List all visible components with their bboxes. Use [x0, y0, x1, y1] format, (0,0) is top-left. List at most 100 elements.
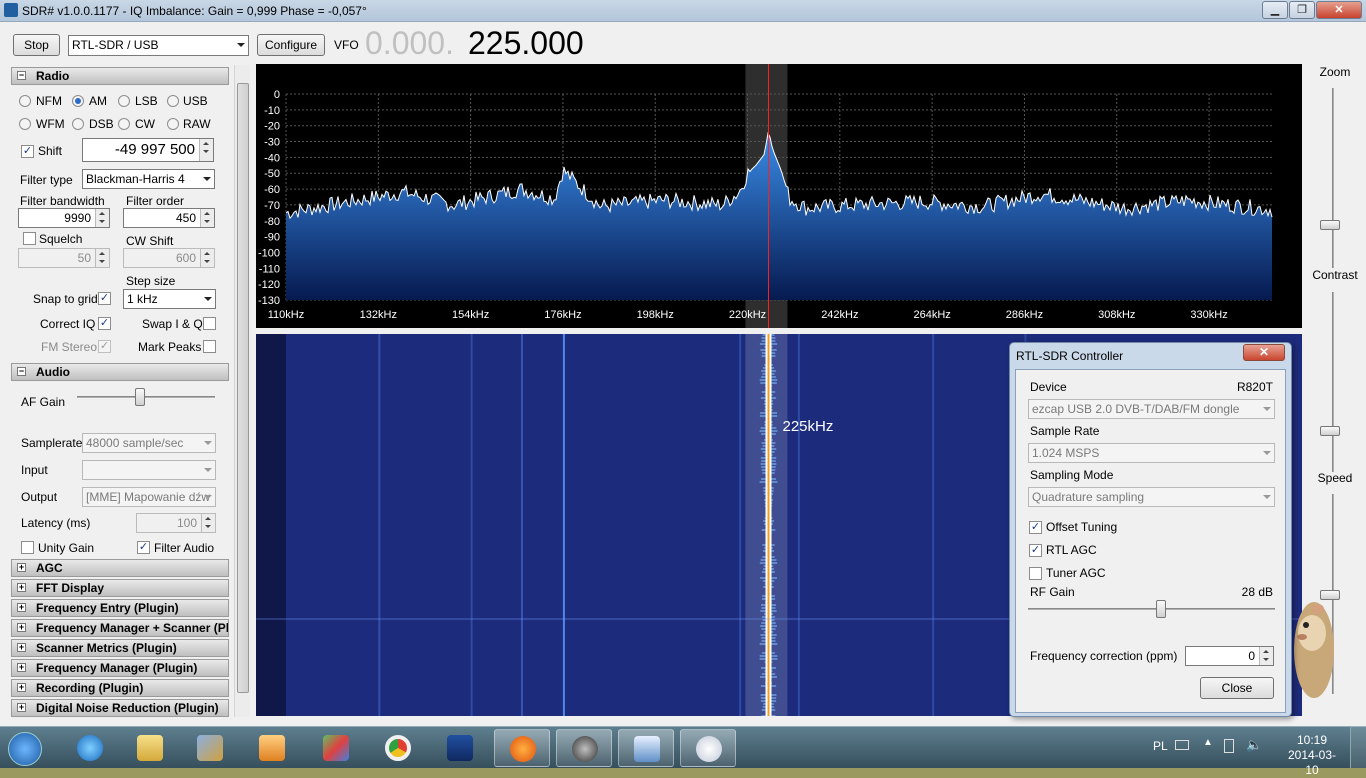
contrast-thumb[interactable]	[1320, 426, 1340, 436]
x-tick-label: 264kHz	[913, 309, 950, 321]
audio-section-header[interactable]: − Audio	[11, 363, 229, 381]
mode-radio-lsb[interactable]	[118, 95, 130, 107]
swap-iq-checkbox[interactable]	[203, 317, 216, 330]
close-window-button[interactable]: ✕	[1316, 1, 1362, 19]
shift-checkbox[interactable]: ✓	[21, 145, 34, 158]
stop-button[interactable]: Stop	[13, 34, 60, 56]
offset-tuning-checkbox[interactable]: ✓	[1029, 521, 1042, 534]
show-desktop-button[interactable]	[1350, 726, 1366, 768]
plugin-header-agc[interactable]: + AGC	[11, 559, 229, 577]
mode-radio-nfm[interactable]	[19, 95, 31, 107]
sample-rate-select[interactable]: 1.024 MSPS	[1028, 443, 1275, 463]
mode-radio-usb[interactable]	[167, 95, 179, 107]
squelch-checkbox[interactable]	[23, 232, 36, 245]
taskbar-app-5[interactable]	[308, 729, 364, 767]
input-select[interactable]	[82, 460, 216, 480]
plugin-header-freq-manager-scanner[interactable]: + Frequency Manager + Scanner (Plug	[11, 619, 229, 637]
taskbar-app-7[interactable]	[432, 729, 488, 767]
taskbar-clock[interactable]: 10:19 2014-03-10	[1285, 733, 1339, 778]
rf-gain-thumb[interactable]	[1155, 600, 1166, 618]
volume-icon[interactable]: 🔈	[1246, 737, 1262, 753]
y-tick-label: -30	[264, 137, 280, 149]
unity-gain-checkbox[interactable]	[21, 541, 34, 554]
cw-shift-spinner[interactable]	[200, 249, 214, 267]
title-bar[interactable]: SDR# v1.0.0.1177 - IQ Imbalance: Gain = …	[0, 0, 1366, 22]
taskbar-ie[interactable]	[62, 729, 118, 767]
mode-radio-raw[interactable]	[167, 118, 179, 130]
taskbar-firefox[interactable]	[494, 729, 550, 767]
step-size-select[interactable]: 1 kHz	[123, 289, 216, 309]
output-select[interactable]: [MME] Mapowanie dźw	[82, 487, 216, 507]
x-tick-label: 242kHz	[821, 309, 858, 321]
plugin-header-fft-display[interactable]: + FFT Display	[11, 579, 229, 597]
vfo-digits-dim[interactable]: 0.000.	[365, 25, 454, 62]
samplerate-select[interactable]: 48000 sample/sec	[82, 433, 216, 453]
device-select[interactable]: ezcap USB 2.0 DVB-T/DAB/FM dongle	[1028, 399, 1275, 419]
filter-type-select[interactable]: Blackman-Harris 4	[82, 169, 215, 189]
plugin-header-frequency-entry[interactable]: + Frequency Entry (Plugin)	[11, 599, 229, 617]
language-indicator[interactable]: PL	[1153, 739, 1168, 753]
vfo-digits-main[interactable]: 225.000	[468, 25, 584, 62]
cw-shift-input[interactable]: 600	[123, 248, 215, 268]
mode-radio-cw[interactable]	[118, 118, 130, 130]
rf-gain-label: RF Gain	[1030, 585, 1075, 599]
zoom-slider[interactable]	[1332, 88, 1334, 268]
configure-button[interactable]: Configure	[257, 34, 325, 56]
shift-input[interactable]: -49 997 500	[82, 138, 214, 162]
correct-iq-checkbox[interactable]: ✓	[98, 317, 111, 330]
af-gain-thumb[interactable]	[134, 388, 145, 406]
mode-radio-am[interactable]	[72, 95, 84, 107]
show-hidden-icons-icon[interactable]: ▲	[1203, 737, 1213, 748]
dialog-close-x-button[interactable]: ✕	[1243, 344, 1285, 361]
contrast-slider[interactable]	[1332, 292, 1334, 472]
freq-correction-input[interactable]: 0	[1185, 646, 1274, 666]
radio-section-header[interactable]: − Radio	[11, 67, 229, 85]
hamster-image	[1294, 602, 1334, 698]
taskbar-steam[interactable]	[556, 729, 612, 767]
taskbar-media[interactable]	[244, 729, 300, 767]
shift-spinner[interactable]	[199, 139, 213, 161]
plugin-header-frequency-manager[interactable]: + Frequency Manager (Plugin)	[11, 659, 229, 677]
rtl-agc-checkbox[interactable]: ✓	[1029, 544, 1042, 557]
latency-spinner[interactable]	[201, 514, 215, 532]
taskbar-app-3[interactable]	[182, 729, 238, 767]
source-select[interactable]: RTL-SDR / USB	[68, 35, 249, 56]
tuner-agc-checkbox[interactable]	[1029, 567, 1042, 580]
taskbar-chrome[interactable]	[370, 729, 426, 767]
taskbar-paint[interactable]	[680, 729, 736, 767]
left-panel-scrollbar[interactable]	[234, 65, 250, 717]
spectrum-chart: 0 -10 -20 -30 -40 -50 -60 -70 -80 -90 -100 -110 -120…	[258, 64, 1273, 328]
squelch-spinner[interactable]	[95, 249, 109, 267]
spectrum-display[interactable]: 0 -10 -20 -30 -40 -50 -60 -70 -80 -90 -100 -110 -120…	[256, 64, 1302, 328]
fm-stereo-checkbox[interactable]: ✓	[98, 340, 111, 353]
scrollbar-thumb[interactable]	[237, 83, 249, 693]
snap-to-grid-checkbox[interactable]: ✓	[98, 292, 111, 305]
close-button[interactable]: Close	[1200, 677, 1274, 699]
plugin-header-noise-reduction[interactable]: + Digital Noise Reduction (Plugin)	[11, 699, 229, 717]
rf-gain-slider[interactable]	[1028, 608, 1275, 610]
mode-radio-dsb[interactable]	[72, 118, 84, 130]
plugin-header-recording[interactable]: + Recording (Plugin)	[11, 679, 229, 697]
network-icon[interactable]	[1224, 739, 1234, 753]
filter-order-spinner[interactable]	[200, 209, 214, 227]
mark-peaks-checkbox[interactable]	[203, 340, 216, 353]
squelch-input[interactable]: 50	[18, 248, 110, 268]
mode-radio-wfm[interactable]	[19, 118, 31, 130]
taskbar-explorer[interactable]	[122, 729, 178, 767]
taskbar-sdrsharp[interactable]	[618, 729, 674, 767]
filter-audio-checkbox[interactable]: ✓	[137, 541, 150, 554]
minimize-button[interactable]: ▁	[1262, 1, 1288, 19]
start-button[interactable]	[2, 729, 50, 767]
keyboard-icon[interactable]	[1175, 740, 1189, 750]
plugin-header-scanner-metrics[interactable]: + Scanner Metrics (Plugin)	[11, 639, 229, 657]
filter-bandwidth-input[interactable]: 9990	[18, 208, 110, 228]
filter-bandwidth-spinner[interactable]	[95, 209, 109, 227]
y-tick-label: -40	[264, 152, 280, 164]
freq-correction-spinner[interactable]	[1259, 647, 1273, 665]
maximize-button[interactable]: ❐	[1289, 1, 1315, 19]
zoom-thumb[interactable]	[1320, 220, 1340, 230]
sampling-mode-select[interactable]: Quadrature sampling	[1028, 487, 1275, 507]
af-gain-slider[interactable]	[77, 396, 215, 398]
latency-input[interactable]: 100	[136, 513, 216, 533]
filter-order-input[interactable]: 450	[123, 208, 215, 228]
